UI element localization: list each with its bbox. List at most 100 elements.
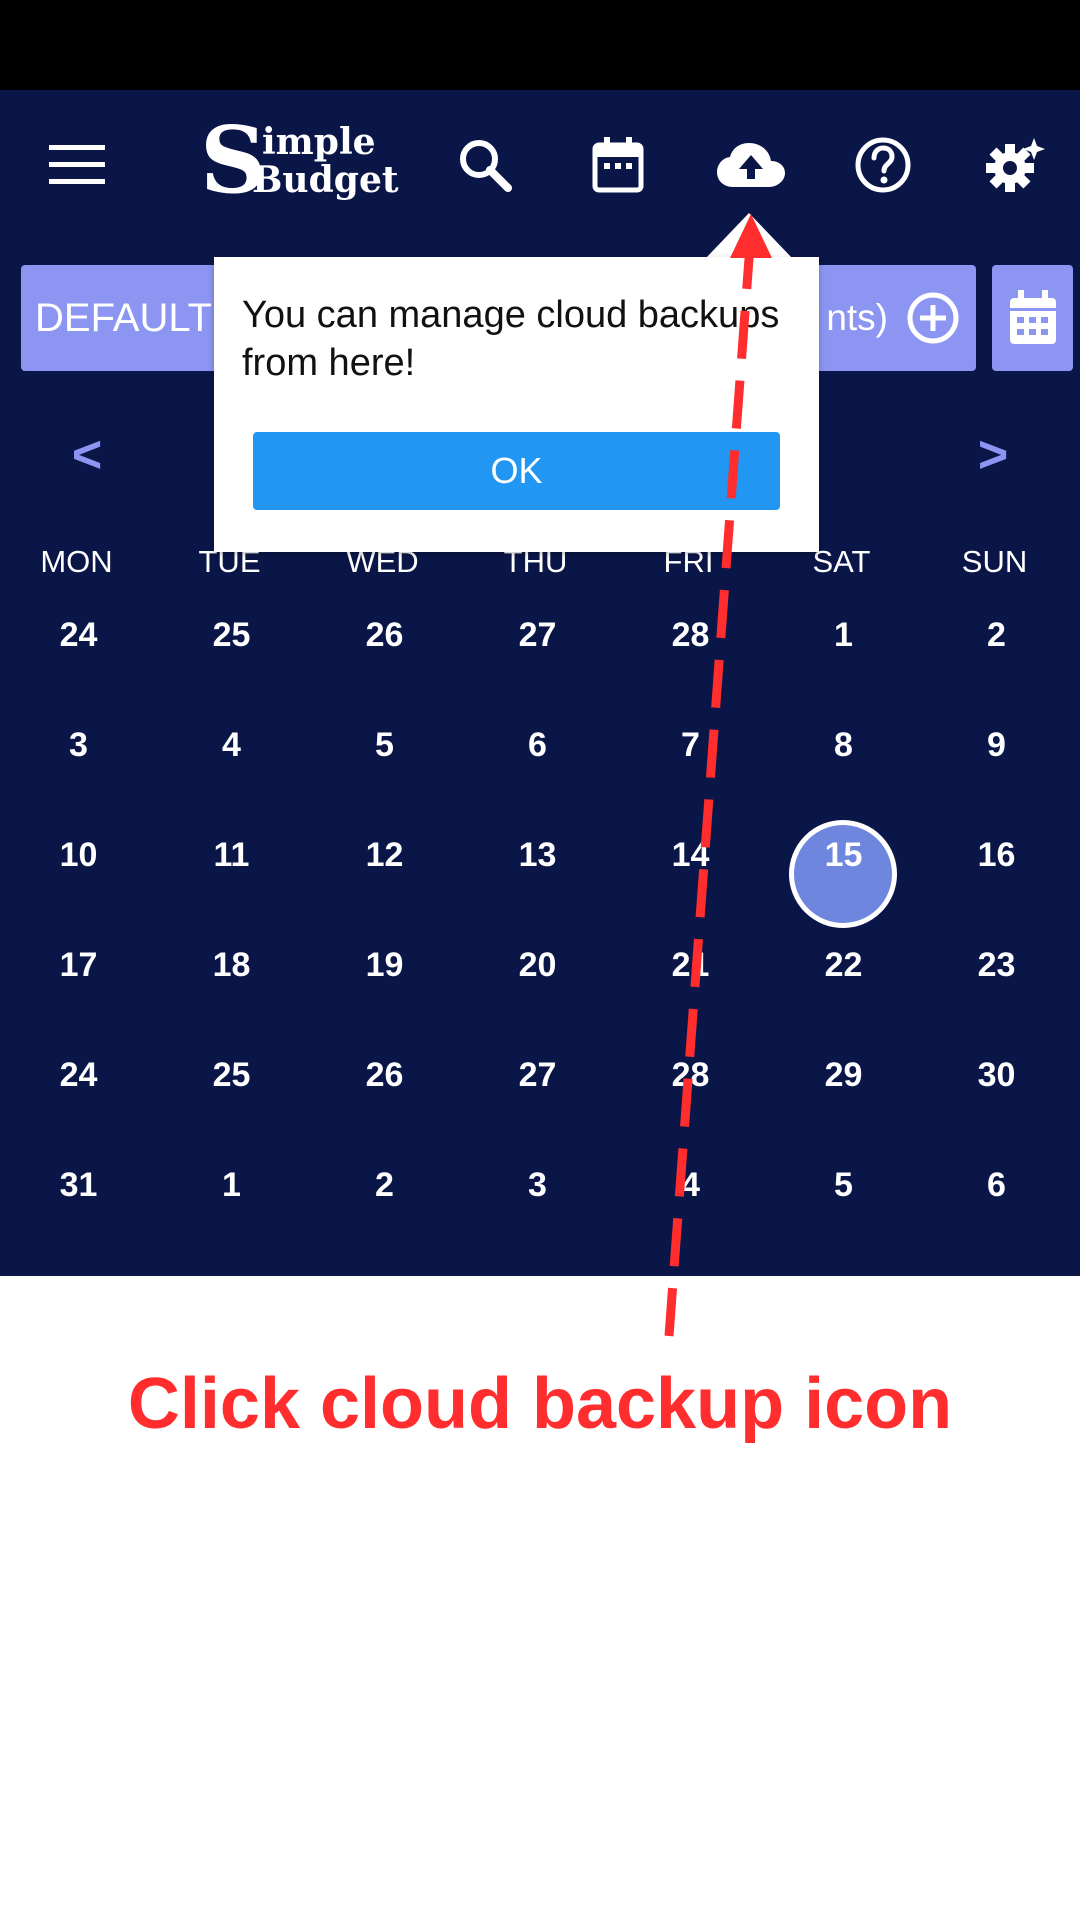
day-cell[interactable]: 8: [767, 721, 920, 801]
day-number: 27: [518, 616, 557, 654]
day-cell[interactable]: 6: [461, 721, 614, 801]
instruction-caption: Click cloud backup icon: [127, 1364, 953, 1444]
day-cell[interactable]: 4: [155, 721, 308, 801]
day-number: 21: [671, 946, 710, 984]
day-cell[interactable]: 27: [461, 1051, 614, 1131]
calendar-view-button[interactable]: [992, 265, 1073, 371]
day-cell[interactable]: 28: [614, 1051, 767, 1131]
day-cell[interactable]: 26: [308, 611, 461, 691]
day-number: 26: [365, 1056, 404, 1094]
day-number: 29: [824, 1056, 863, 1094]
day-cell[interactable]: 5: [767, 1161, 920, 1241]
menu-button[interactable]: [32, 120, 122, 210]
app-logo: S imple Budget: [200, 114, 415, 208]
day-number: 24: [59, 1056, 98, 1094]
day-number: 25: [212, 1056, 251, 1094]
help-icon: [855, 137, 911, 193]
day-number: 11: [213, 836, 250, 874]
day-number: 10: [59, 836, 98, 874]
day-cell[interactable]: 18: [155, 941, 308, 1021]
day-number: 24: [59, 616, 98, 654]
day-cell[interactable]: 29: [767, 1051, 920, 1131]
day-number: 2: [987, 616, 1006, 654]
settings-icon: [986, 138, 1045, 192]
day-cell[interactable]: 16: [920, 831, 1073, 911]
ok-button[interactable]: OK: [253, 432, 780, 510]
day-number: 27: [518, 1056, 557, 1094]
day-cell[interactable]: 24: [2, 1051, 155, 1131]
logo-word-budget: Budget: [252, 159, 399, 201]
day-number: 22: [824, 946, 863, 984]
day-cell[interactable]: 24: [2, 611, 155, 691]
day-number: 18: [212, 946, 251, 984]
search-button[interactable]: [440, 120, 530, 210]
next-month-button[interactable]: >: [953, 425, 1033, 485]
day-number: 7: [681, 726, 700, 764]
day-cell[interactable]: 23: [920, 941, 1073, 1021]
settings-button[interactable]: [970, 120, 1060, 210]
day-cell[interactable]: 5: [308, 721, 461, 801]
cloud-backup-button[interactable]: [706, 120, 796, 210]
day-number: 8: [834, 726, 853, 764]
day-cell[interactable]: 7: [614, 721, 767, 801]
day-cell[interactable]: 9: [920, 721, 1073, 801]
day-number: 13: [518, 836, 557, 874]
day-cell-today[interactable]: 15: [767, 831, 920, 911]
day-cell[interactable]: 21: [614, 941, 767, 1021]
weekday-sun: SUN: [961, 544, 1028, 579]
day-number: 31: [59, 1166, 98, 1204]
day-cell[interactable]: 31: [2, 1161, 155, 1241]
budget-accounts-label: nts): [826, 297, 888, 338]
day-cell[interactable]: 30: [920, 1051, 1073, 1131]
day-cell[interactable]: 3: [461, 1161, 614, 1241]
day-cell[interactable]: 4: [614, 1161, 767, 1241]
add-circle-icon[interactable]: [906, 291, 960, 345]
day-cell[interactable]: 26: [308, 1051, 461, 1131]
day-number: 5: [834, 1166, 853, 1204]
day-number: 23: [977, 946, 1016, 984]
day-cell[interactable]: 10: [2, 831, 155, 911]
day-number: 3: [528, 1166, 547, 1204]
day-cell[interactable]: 25: [155, 611, 308, 691]
day-cell[interactable]: 1: [767, 611, 920, 691]
day-cell[interactable]: 1: [155, 1161, 308, 1241]
tooltip-message: You can manage cloud backups from here!: [242, 294, 780, 384]
help-button[interactable]: [838, 120, 928, 210]
onboarding-tooltip: You can manage cloud backups from here! …: [214, 257, 819, 552]
day-cell[interactable]: 13: [461, 831, 614, 911]
day-cell[interactable]: 19: [308, 941, 461, 1021]
day-cell[interactable]: 25: [155, 1051, 308, 1131]
cloud-upload-icon: [717, 143, 785, 187]
day-number: 1: [834, 616, 853, 654]
day-cell[interactable]: 20: [461, 941, 614, 1021]
day-number: 3: [69, 726, 88, 764]
prev-month-button[interactable]: <: [47, 425, 127, 485]
day-cell[interactable]: 11: [155, 831, 308, 911]
status-bar: [0, 0, 1080, 90]
budget-name: DEFAULT: [35, 296, 213, 340]
day-number: 9: [987, 726, 1006, 764]
search-icon: [460, 140, 512, 192]
calendar-button[interactable]: [573, 120, 663, 210]
day-cell[interactable]: 12: [308, 831, 461, 911]
day-cell[interactable]: 14: [614, 831, 767, 911]
day-number: 1: [222, 1166, 241, 1204]
day-number: 4: [222, 726, 241, 764]
day-cell[interactable]: 27: [461, 611, 614, 691]
calendar-grid-icon: [1009, 290, 1056, 344]
day-number: 16: [977, 836, 1016, 874]
day-cell[interactable]: 2: [308, 1161, 461, 1241]
day-cell[interactable]: 3: [2, 721, 155, 801]
day-number: 15: [824, 836, 863, 874]
day-cell[interactable]: 17: [2, 941, 155, 1021]
day-number: 2: [375, 1166, 394, 1204]
logo-word-simple: imple: [262, 121, 376, 163]
day-number: 28: [671, 1056, 710, 1094]
day-cell[interactable]: 2: [920, 611, 1073, 691]
day-cell[interactable]: 28: [614, 611, 767, 691]
day-number: 25: [212, 616, 251, 654]
day-number: 5: [375, 726, 394, 764]
calendar-icon: [592, 137, 644, 193]
day-cell[interactable]: 22: [767, 941, 920, 1021]
day-cell[interactable]: 6: [920, 1161, 1073, 1241]
